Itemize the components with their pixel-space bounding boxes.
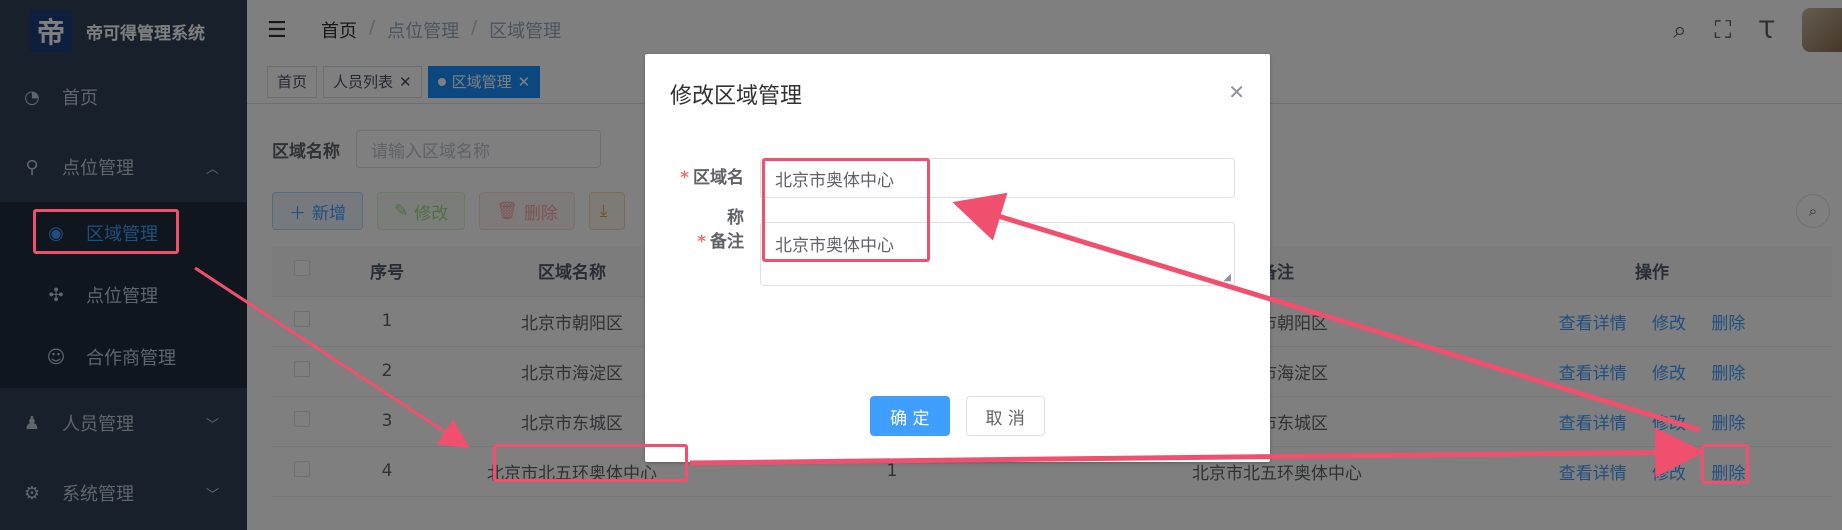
dialog-title: 修改区域管理 bbox=[670, 84, 803, 109]
edit-area-dialog: 修改区域管理 ✕ * 区域名称 北京市奥体中心 * 备注 北京市奥体中心 ◢ 确 定… bbox=[645, 54, 1270, 462]
note-textarea-value: 北京市奥体中心 bbox=[775, 236, 894, 256]
required-mark: * bbox=[680, 168, 689, 188]
note-label: * 备注 bbox=[670, 222, 760, 262]
dialog-footer: 确 定 取 消 bbox=[645, 396, 1270, 436]
required-mark: * bbox=[697, 232, 706, 252]
cancel-button[interactable]: 取 消 bbox=[965, 396, 1045, 436]
note-textarea[interactable]: 北京市奥体中心 ◢ bbox=[760, 222, 1235, 286]
confirm-button[interactable]: 确 定 bbox=[870, 396, 950, 436]
resize-grip-icon[interactable]: ◢ bbox=[1223, 272, 1231, 283]
area-name-input[interactable]: 北京市奥体中心 bbox=[760, 158, 1235, 198]
note-label-text: 备注 bbox=[710, 232, 744, 252]
close-icon[interactable]: ✕ bbox=[1228, 80, 1245, 104]
form-row-note: * 备注 北京市奥体中心 ◢ bbox=[670, 222, 1235, 286]
area-name-label-text: 区域名称 bbox=[693, 168, 744, 228]
